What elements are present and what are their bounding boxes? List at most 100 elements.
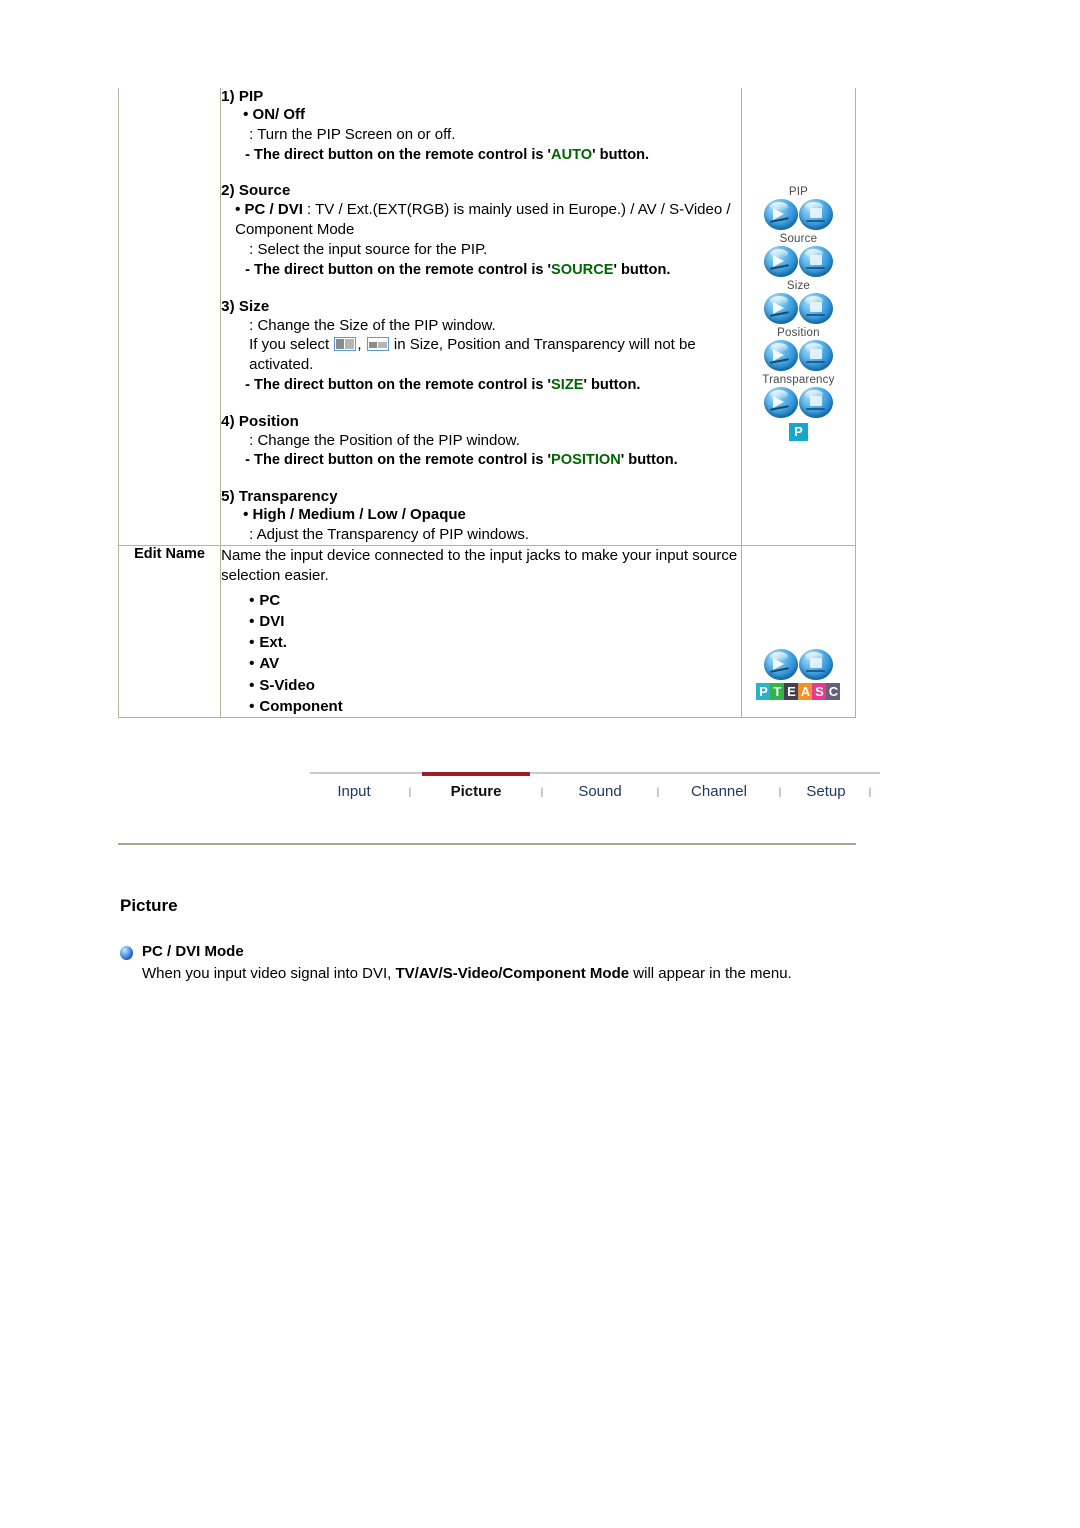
square-orb-icon	[798, 293, 833, 325]
tabnav-separator: l	[868, 785, 872, 800]
icon-caption-size: Size	[786, 280, 810, 293]
item-desc-size: : Change the Size of the PIP window.	[249, 316, 496, 334]
table-row-edit-name: Edit Name Name the input device connecte…	[117, 544, 857, 719]
bullet-row: PC / DVI Mode	[120, 943, 880, 961]
item-note-position: - The direct button on the remote contro…	[245, 451, 741, 471]
note-keyword-position: POSITION	[551, 452, 621, 469]
note-post: ' button.	[620, 452, 678, 469]
orb-pair-edit-name	[742, 648, 855, 680]
pteasc-letter-c: C	[826, 682, 841, 700]
note-post: ' button.	[613, 261, 671, 278]
tab-sound[interactable]: Sound	[554, 783, 646, 802]
item-sub-source-bold: • PC / DVI	[235, 201, 303, 219]
tabnav-separator: l	[540, 785, 544, 800]
pteasc-badge: P T E A S C	[742, 682, 855, 700]
item-note-size: - The direct button on the remote contro…	[245, 376, 741, 396]
icon-caption-source: Source	[779, 233, 818, 246]
row-label-pip	[117, 88, 222, 546]
item-desc-pip: : Turn the PIP Screen on or off.	[249, 126, 456, 143]
orb-pair-transparency	[742, 387, 855, 419]
orb-pair-position	[742, 340, 855, 372]
tabnav-separator: l	[656, 785, 660, 800]
item-heading-transparency: 5) Transparency	[221, 488, 338, 506]
item-sub-source-rest: : TV / Ext.(EXT(RGB) is mainly used in E…	[235, 201, 731, 239]
item-heading-position: 4) Position	[221, 412, 299, 430]
section-tab-nav: Input l Picture l Sound l Channel l Setu…	[310, 772, 880, 802]
orb-pair-pip	[742, 199, 855, 231]
item-note-pip: - The direct button on the remote contro…	[245, 146, 741, 166]
bullet-desc-bold: TV/AV/S-Video/Component Mode	[395, 964, 630, 982]
square-orb-icon	[798, 648, 833, 680]
play-orb-icon	[763, 199, 798, 231]
pip-size-half-icon	[334, 337, 357, 352]
play-orb-icon	[763, 246, 798, 278]
row-icons-edit-name: P T E A S C	[740, 544, 857, 719]
play-orb-icon	[763, 340, 798, 372]
size-detail-pre: If you select	[249, 336, 334, 354]
item-heading-source: 2) Source	[221, 182, 291, 200]
bullet-title-pc-dvi-mode: PC / DVI Mode	[142, 943, 244, 960]
note-post: ' button.	[592, 146, 650, 163]
row-icons-pip: PIP Source Size Position Transparency P	[740, 88, 857, 546]
orb-pair-source	[742, 246, 855, 278]
icon-caption-position: Position	[777, 327, 820, 340]
note-pre: - The direct button on the remote contro…	[245, 146, 552, 163]
square-orb-icon	[798, 246, 833, 278]
list-item: PC	[249, 590, 741, 611]
pteasc-letter-a: A	[798, 682, 813, 700]
tabnav-separator: l	[408, 785, 412, 800]
play-orb-icon	[763, 648, 798, 680]
note-pre: - The direct button on the remote contro…	[245, 452, 552, 469]
row-body-pip: 1) PIP • ON/ Off : Turn the PIP Screen o…	[220, 88, 742, 546]
note-keyword-source: SOURCE	[551, 261, 614, 278]
manual-page: 1) PIP • ON/ Off : Turn the PIP Screen o…	[0, 0, 1080, 1528]
edit-name-list: PC DVI Ext. AV S-Video Component	[221, 590, 741, 718]
tabnav-list: Input l Picture l Sound l Channel l Setu…	[310, 772, 880, 802]
edit-name-intro: Name the input device connected to the i…	[221, 546, 738, 584]
bullet-desc-pre: When you input video signal into DVI,	[142, 964, 396, 982]
item-heading-size: 3) Size	[221, 297, 270, 315]
item-desc-size-detail: If you select , in Size, Position and Tr…	[249, 335, 741, 375]
pteasc-letter-s: S	[812, 682, 827, 700]
square-orb-icon	[798, 199, 833, 231]
edit-name-legend: P T E A S C	[742, 546, 855, 700]
pteasc-letter-p: P	[756, 682, 771, 700]
page-title: Picture	[120, 896, 178, 915]
play-orb-icon	[763, 387, 798, 419]
note-pre: - The direct button on the remote contro…	[245, 376, 552, 393]
note-keyword-auto: AUTO	[551, 146, 593, 163]
tab-setup[interactable]: Setup	[792, 783, 860, 802]
note-post: ' button.	[583, 376, 641, 393]
table-row-pip: 1) PIP • ON/ Off : Turn the PIP Screen o…	[117, 88, 857, 546]
orb-pair-size	[742, 293, 855, 325]
list-item: S-Video	[249, 675, 741, 696]
tabnav-baseline	[310, 772, 880, 774]
list-item: DVI	[249, 611, 741, 632]
play-orb-icon	[763, 293, 798, 325]
item-desc-transparency: : Adjust the Transparency of PIP windows…	[249, 526, 529, 544]
bullet-desc-post: will appear in the menu.	[629, 964, 792, 982]
pteasc-letter-t: T	[770, 682, 785, 700]
icon-caption-pip: PIP	[788, 186, 808, 198]
tab-channel[interactable]: Channel	[670, 783, 768, 802]
row-label-edit-name: Edit Name	[117, 544, 222, 719]
pc-dvi-mode-block: PC / DVI Mode When you input video signa…	[120, 943, 880, 984]
list-item: Component	[249, 696, 741, 717]
remote-button-legend: PIP Source Size Position Transparency P	[742, 88, 855, 442]
size-detail-mid: ,	[357, 336, 366, 354]
item-sub-transparency: • High / Medium / Low / Opaque	[243, 506, 466, 524]
section-divider	[118, 843, 856, 845]
list-item: Ext.	[249, 632, 741, 653]
p-badge-icon: P	[789, 423, 808, 442]
item-note-source: - The direct button on the remote contro…	[245, 261, 741, 281]
tab-input[interactable]: Input	[310, 783, 398, 802]
note-pre: - The direct button on the remote contro…	[245, 261, 552, 278]
blue-sphere-bullet-icon	[120, 946, 133, 960]
tabnav-active-indicator	[422, 772, 530, 776]
tab-picture[interactable]: Picture	[422, 783, 530, 802]
item-desc-source: : Select the input source for the PIP.	[249, 241, 488, 259]
bullet-description: When you input video signal into DVI, TV…	[142, 964, 880, 984]
list-item: AV	[249, 653, 741, 674]
item-heading-pip: 1) PIP	[221, 88, 264, 105]
item-sub-source: • PC / DVI : TV / Ext.(EXT(RGB) is mainl…	[235, 200, 741, 240]
